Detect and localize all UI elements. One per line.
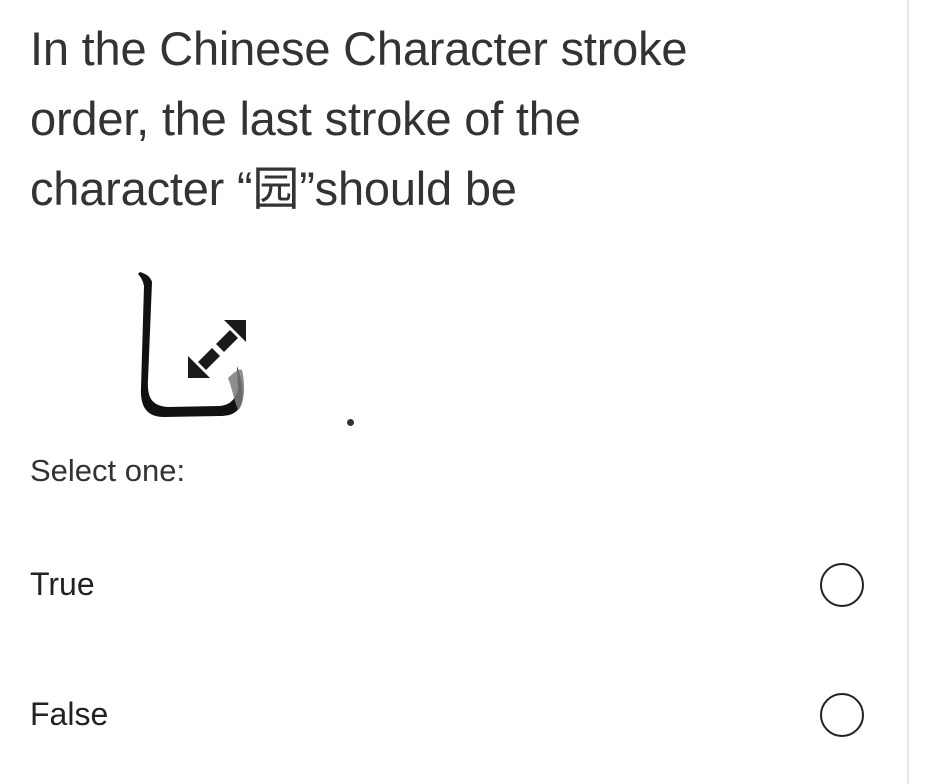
trailing-period (347, 419, 354, 426)
expand-arrows-icon[interactable] (186, 318, 250, 382)
option-false[interactable]: False (0, 676, 900, 756)
select-one-prompt: Select one: (30, 453, 186, 488)
question-text: In the Chinese Character stroke order, t… (30, 14, 890, 224)
option-true-radio[interactable] (820, 563, 864, 607)
option-false-radio[interactable] (820, 693, 864, 737)
question-line-3: character “园”should be (30, 162, 517, 215)
stroke-image[interactable] (128, 260, 268, 430)
option-true[interactable]: True (0, 546, 900, 626)
option-false-label: False (30, 696, 109, 732)
question-line-1: In the Chinese Character stroke (30, 22, 688, 75)
option-true-label: True (30, 566, 95, 602)
question-line-2: order, the last stroke of the (30, 92, 581, 145)
right-divider (907, 0, 909, 784)
